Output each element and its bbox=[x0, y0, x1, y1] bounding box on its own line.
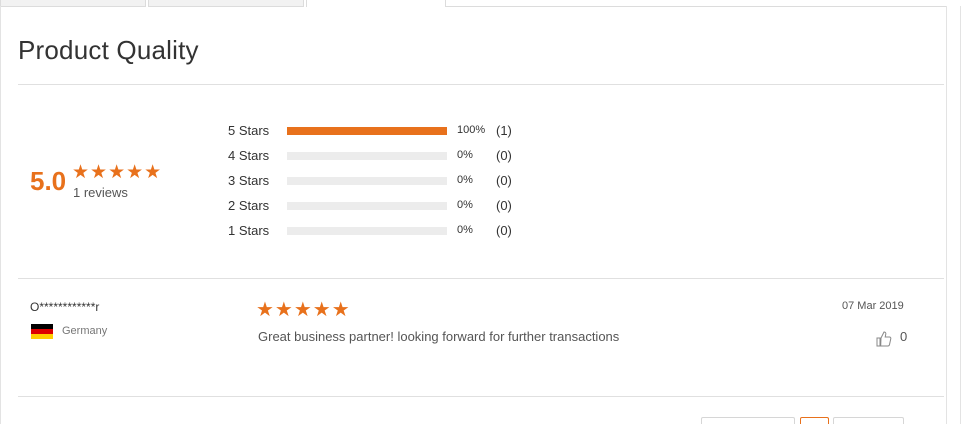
rating-bar-track bbox=[287, 202, 447, 210]
rating-row-label: 4 Stars bbox=[228, 148, 270, 163]
germany-flag-icon bbox=[31, 324, 53, 339]
reviews-panel bbox=[0, 6, 961, 424]
rating-row-percent: 0% bbox=[457, 224, 473, 236]
title-divider bbox=[18, 84, 944, 85]
rating-row-percent: 0% bbox=[457, 149, 473, 161]
rating-row-count: (1) bbox=[496, 123, 512, 138]
reviewer-country: Germany bbox=[62, 325, 108, 337]
rating-bar-fill bbox=[287, 127, 447, 135]
rating-bar-track bbox=[287, 227, 447, 235]
rating-row-percent: 0% bbox=[457, 199, 473, 211]
average-stars-icon: ★★★★★ bbox=[72, 162, 163, 183]
thumbs-up-icon[interactable] bbox=[875, 330, 893, 348]
review-date: 07 Mar 2019 bbox=[842, 300, 904, 312]
pagination-page-button[interactable] bbox=[800, 417, 829, 424]
rating-row-label: 5 Stars bbox=[228, 123, 270, 138]
rating-row-count: (0) bbox=[496, 198, 512, 213]
pagination-next-button[interactable] bbox=[833, 417, 904, 424]
summary-divider bbox=[18, 278, 944, 279]
rating-row-percent: 0% bbox=[457, 174, 473, 186]
rating-bar-track bbox=[287, 152, 447, 160]
review-text: Great business partner! looking forward … bbox=[258, 329, 620, 344]
rating-row-label: 3 Stars bbox=[228, 173, 270, 188]
rating-row-count: (0) bbox=[496, 148, 512, 163]
pagination-prev-button[interactable] bbox=[701, 417, 795, 424]
rating-row-label: 2 Stars bbox=[228, 198, 270, 213]
rating-row-count: (0) bbox=[496, 223, 512, 238]
reviewer-name: O************r bbox=[30, 300, 100, 314]
like-count: 0 bbox=[900, 329, 908, 344]
rating-bar-track bbox=[287, 127, 447, 135]
review-divider bbox=[18, 396, 944, 397]
rating-bar-track bbox=[287, 177, 447, 185]
average-rating: 5.0 bbox=[30, 166, 67, 196]
review-count: 1 reviews bbox=[73, 185, 128, 200]
rating-row-label: 1 Stars bbox=[228, 223, 270, 238]
page-title: Product Quality bbox=[18, 35, 199, 65]
rating-row-percent: 100% bbox=[457, 124, 486, 136]
rating-row-count: (0) bbox=[496, 173, 512, 188]
review-stars-icon: ★★★★★ bbox=[256, 299, 351, 321]
